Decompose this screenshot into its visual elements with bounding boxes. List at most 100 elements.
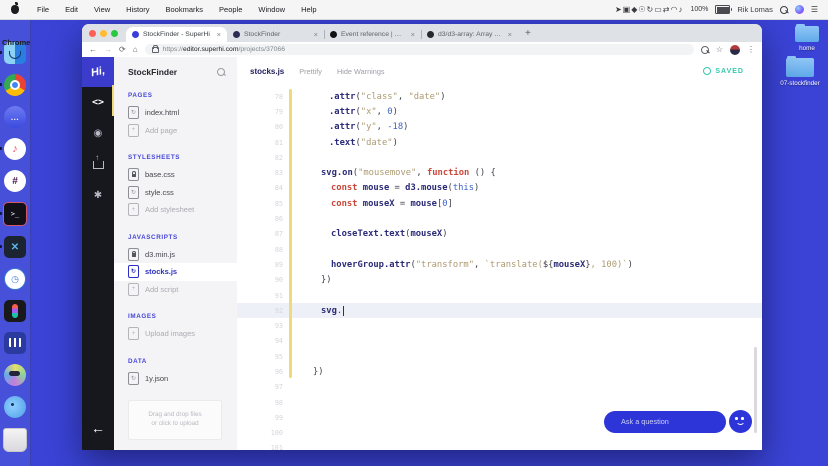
code-line-81[interactable]: 81.text("date") [237,135,762,150]
profile-avatar[interactable] [730,45,740,55]
code-line-83[interactable]: 83svg.on("mousemove", function () { [237,165,762,180]
browser-tab-3[interactable]: d3/d3-array: Array manipulati...× [421,27,518,42]
prettify-button[interactable]: Prettify [299,67,322,76]
sidebar-file-base-css[interactable]: base.css [114,166,237,184]
dock-terminal-icon[interactable]: >_ [3,202,27,226]
dock-mail-icon[interactable]: ◷ [4,268,26,290]
sync-icon[interactable]: ↻ [647,5,654,14]
code-line-80[interactable]: 80.attr("y", -18) [237,120,762,135]
code-line-95[interactable]: 95 [237,349,762,364]
code-line-86[interactable]: 86 [237,211,762,226]
sidebar-add-button-upload-images[interactable]: +Upload images [114,325,237,343]
minimize-window-button[interactable] [100,30,107,37]
code-line-93[interactable]: 93 [237,318,762,333]
browser-tab-2[interactable]: Event reference | MDN× [324,27,421,42]
sidebar-file-d3-min-js[interactable]: d3.min.js [114,246,237,264]
code-line-85[interactable]: 85const mouseX = mouse[0] [237,196,762,211]
dock-slack-icon[interactable]: # [4,170,26,192]
screen-cast-icon[interactable]: ▣ [623,5,631,14]
dock-chrome-icon[interactable] [4,74,26,96]
code-line-87[interactable]: 87closeText.text(mouseX) [237,227,762,242]
clock-icon[interactable]: ☉ [638,5,645,14]
code-line-82[interactable]: 82 [237,150,762,165]
spotlight-search-icon[interactable] [780,6,788,14]
code-line-97[interactable]: 97 [237,380,762,395]
code-line-92[interactable]: 92svg. [237,303,762,318]
search-icon[interactable] [701,46,709,54]
dock-music-icon[interactable]: ♪ [4,138,26,160]
close-window-button[interactable] [89,30,96,37]
preview-eye-icon[interactable]: ◉ [82,118,114,149]
sidebar-file-style-css[interactable]: ↻style.css [114,184,237,202]
tab-close-icon[interactable]: × [411,30,415,39]
code-line-88[interactable]: 88 [237,242,762,257]
browser-menu-icon[interactable]: ⋮ [747,42,755,57]
dock-messages-icon[interactable]: ... [4,106,26,128]
zoom-window-button[interactable] [111,30,118,37]
tab-close-icon[interactable]: × [217,30,221,39]
menu-item-history[interactable]: History [118,5,157,14]
back-arrow-button[interactable]: ← [82,406,114,450]
sidebar-file-index-html[interactable]: ↻index.html [114,104,237,122]
dock-figma-icon[interactable] [4,300,26,322]
superhi-logo[interactable]: Hi, [82,57,114,87]
sidebar-add-button-add-page[interactable]: +Add page [114,122,237,140]
dock-twitter-icon[interactable] [4,396,26,418]
bluetooth-icon[interactable]: ⇄ [663,5,670,14]
feedback-smiley-button[interactable] [729,410,752,433]
menu-item-view[interactable]: View [86,5,118,14]
dock-trash-icon[interactable] [3,428,27,452]
sidebar-add-button-add-stylesheet[interactable]: +Add stylesheet [114,201,237,219]
dock-code-editor-icon[interactable]: ✕ [4,236,26,258]
code-view-icon[interactable]: <> [82,87,114,118]
display-icon[interactable]: ▭ [654,5,662,14]
code-line-84[interactable]: 84const mouse = d3.mouse(this) [237,181,762,196]
siri-icon[interactable] [795,5,804,14]
menu-item-file[interactable]: File [29,5,57,14]
desktop-folder-stockfinder[interactable]: 07-stockfinder [770,58,828,87]
bookmark-star-icon[interactable]: ☆ [716,42,723,57]
menu-item-edit[interactable]: Edit [57,5,86,14]
sidebar-add-button-add-script[interactable]: +Add script [114,281,237,299]
dock-intercom-icon[interactable] [4,332,26,354]
browser-tab-0[interactable]: StockFinder - SuperHi× [126,27,227,42]
desktop-folder-home[interactable]: home [777,26,828,52]
sidebar-search-icon[interactable] [217,68,225,76]
code-line-91[interactable]: 91 [237,288,762,303]
menu-item-bookmarks[interactable]: Bookmarks [158,5,212,14]
forward-icon[interactable]: → [104,42,112,57]
file-dropzone[interactable]: Drag and drop files or click to upload [128,400,222,440]
publish-upload-icon[interactable] [82,149,114,180]
back-icon[interactable]: ← [89,42,97,57]
dock-sticker-icon[interactable] [4,364,26,386]
menu-item-window[interactable]: Window [250,5,293,14]
menu-item-help[interactable]: Help [293,5,324,14]
tab-close-icon[interactable]: × [508,30,512,39]
wifi-icon[interactable]: ◠ [671,5,678,14]
code-line-96[interactable]: 96}) [237,364,762,379]
code-area[interactable]: 78.attr("class", "date")79.attr("x", 0)8… [237,85,762,450]
code-line-101[interactable]: 101 [237,441,762,450]
new-tab-button[interactable]: + [525,26,531,42]
menubar-user-name[interactable]: Rik Lomas [737,5,772,14]
code-line-89[interactable]: 89hoverGroup.attr("transform", `translat… [237,257,762,272]
browser-tab-1[interactable]: StockFinder× [227,27,324,42]
code-line-90[interactable]: 90}) [237,273,762,288]
ask-question-button[interactable]: Ask a question [604,411,726,433]
volume-icon[interactable]: ♪ [678,5,682,14]
sidebar-file-stocks-js[interactable]: ↻stocks.js [114,263,237,281]
location-arrow-icon[interactable]: ➤ [615,5,622,14]
code-line-98[interactable]: 98 [237,395,762,410]
hide-warnings-button[interactable]: Hide Warnings [337,67,385,76]
url-field[interactable]: https://editor.superhi.com/projects/3706… [145,44,694,55]
editor-scrollbar[interactable] [754,347,757,433]
settings-gear-icon[interactable]: ✱ [82,180,114,211]
code-line-78[interactable]: 78.attr("class", "date") [237,89,762,104]
apple-menu-icon[interactable] [11,5,19,14]
code-line-94[interactable]: 94 [237,334,762,349]
sidebar-file-1y-json[interactable]: ↻1y.json [114,370,237,388]
notification-center-icon[interactable]: ☰ [811,0,818,19]
tab-close-icon[interactable]: × [314,30,318,39]
menu-item-people[interactable]: People [211,5,250,14]
reload-icon[interactable]: ⟳ [119,42,126,57]
